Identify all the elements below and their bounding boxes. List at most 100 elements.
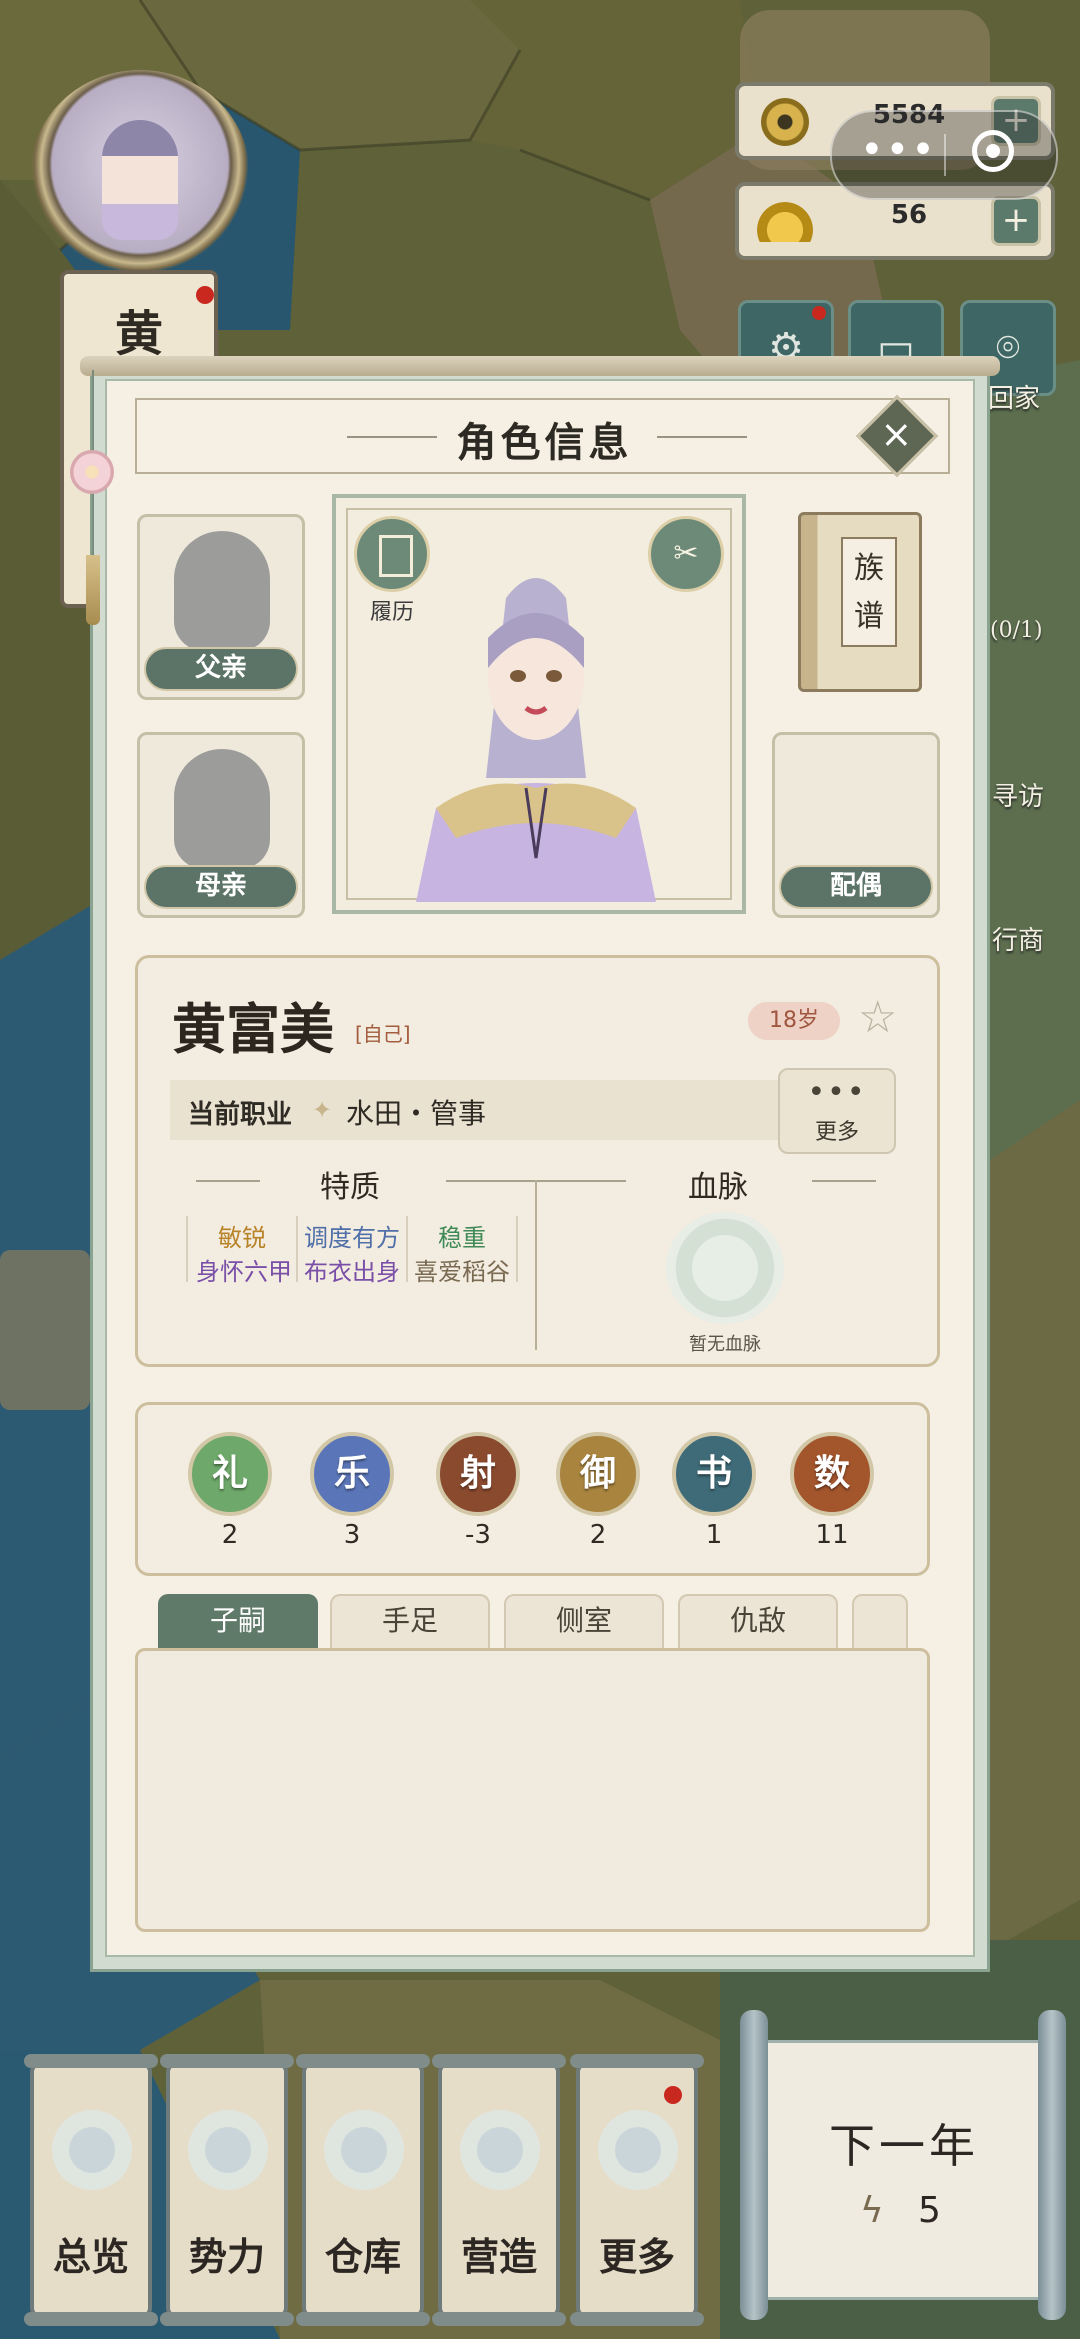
attribute-value: 2 xyxy=(221,1520,239,1550)
bloodline-ornament xyxy=(812,1180,876,1182)
overview-brush-icon xyxy=(52,2110,132,2190)
trait-divider xyxy=(516,1216,518,1282)
tassel-ornament xyxy=(86,370,100,630)
coin-icon xyxy=(761,98,809,146)
attribute-icon: 书 xyxy=(672,1432,756,1516)
mother-label: 母亲 xyxy=(144,865,298,909)
side-label-visit[interactable]: 寻访 xyxy=(992,776,1044,813)
job-separator-icon: ✦ xyxy=(312,1096,333,1124)
tab-enemies[interactable]: 仇敌 xyxy=(678,1594,838,1648)
side-label-home[interactable]: 回家 xyxy=(988,378,1040,415)
trait-item[interactable]: 调度有方 xyxy=(304,1218,400,1253)
character-portrait-frame: 履历 ✂ xyxy=(332,494,746,914)
trait-item[interactable]: 身怀六甲 xyxy=(196,1252,292,1287)
attribute-icon: 御 xyxy=(556,1432,640,1516)
nav-label: 总览 xyxy=(52,2234,129,2279)
job-value: 水田・管事 xyxy=(346,1097,487,1130)
nav-warehouse[interactable]: 仓库 xyxy=(296,2054,430,2326)
more-dots-icon: ••• xyxy=(807,1075,867,1110)
more-notification-dot xyxy=(664,2086,682,2104)
capsule-divider xyxy=(944,134,946,176)
capsule-more-button[interactable]: ••• xyxy=(860,130,937,170)
attribute-rites[interactable]: 礼 2 xyxy=(185,1432,275,1550)
mother-slot[interactable]: 母亲 xyxy=(137,732,305,918)
settings-notification-dot xyxy=(812,306,826,320)
tab-siblings[interactable]: 手足 xyxy=(330,1594,490,1648)
mother-silhouette xyxy=(174,749,270,869)
card-divider xyxy=(535,1180,537,1350)
phoenix-emblem-icon xyxy=(666,1212,784,1324)
next-year-button[interactable]: 下一年 ϟ 5 xyxy=(740,2010,1070,2320)
flower-ornament xyxy=(70,450,114,494)
title-ornament-right xyxy=(657,436,747,438)
player-avatar[interactable] xyxy=(30,70,250,280)
attribute-value: 1 xyxy=(705,1520,723,1550)
bloodline-title: 血脉 xyxy=(688,1170,748,1205)
lightning-icon: ϟ xyxy=(860,2190,884,2231)
energy-count: 5 xyxy=(918,2190,941,2231)
player-face-image xyxy=(102,120,178,240)
close-icon: × xyxy=(880,411,913,456)
attribute-value: -3 xyxy=(465,1520,491,1550)
trait-item[interactable]: 布衣出身 xyxy=(304,1252,400,1287)
tab-overflow[interactable] xyxy=(852,1594,908,1648)
nav-label: 更多 xyxy=(598,2234,675,2279)
attribute-charioteering[interactable]: 御 2 xyxy=(553,1432,643,1550)
attribute-value: 2 xyxy=(589,1520,607,1550)
genealogy-label: 族谱 xyxy=(841,537,897,647)
capsule-close-button[interactable] xyxy=(972,130,1014,172)
attribute-value: 3 xyxy=(343,1520,361,1550)
bricks-trowel-icon xyxy=(460,2110,540,2190)
father-slot[interactable]: 父亲 xyxy=(137,514,305,700)
attribute-calligraphy[interactable]: 书 1 xyxy=(669,1432,759,1550)
trait-item[interactable]: 敏锐 xyxy=(218,1218,266,1253)
nav-label: 营造 xyxy=(460,2234,537,2279)
trait-divider xyxy=(186,1216,188,1282)
genealogy-book-button[interactable]: 族谱 xyxy=(798,512,922,692)
spouse-slot[interactable]: 配偶 xyxy=(772,732,940,918)
money-bag-icon xyxy=(324,2110,404,2190)
nav-construction[interactable]: 营造 xyxy=(432,2054,566,2326)
attribute-archery[interactable]: 射 -3 xyxy=(433,1432,523,1550)
traits-title: 特质 xyxy=(320,1170,380,1205)
attribute-mathematics[interactable]: 数 11 xyxy=(787,1432,877,1550)
tab-children[interactable]: 子嗣 xyxy=(158,1594,318,1648)
notification-dot xyxy=(196,286,214,304)
gold-ingot-icon xyxy=(757,202,813,242)
attribute-icon: 礼 xyxy=(188,1432,272,1516)
scroll-rod xyxy=(80,356,1000,376)
attribute-icon: 数 xyxy=(790,1432,874,1516)
job-label: 当前职业 xyxy=(188,1100,293,1130)
spouse-label: 配偶 xyxy=(779,865,933,909)
nav-label: 势力 xyxy=(188,2234,265,2279)
trait-item[interactable]: 稳重 xyxy=(438,1218,486,1253)
trait-item[interactable]: 喜爱稻谷 xyxy=(414,1252,510,1287)
attribute-music[interactable]: 乐 3 xyxy=(307,1432,397,1550)
nav-label: 仓库 xyxy=(324,2234,401,2279)
self-tag: [自己] xyxy=(355,1022,411,1046)
nav-overview[interactable]: 总览 xyxy=(24,2054,158,2326)
favorite-star-icon[interactable]: ☆ xyxy=(858,996,897,1040)
character-portrait xyxy=(416,578,656,902)
dialog-title: 角色信息 xyxy=(456,419,633,466)
more-label: 更多 xyxy=(814,1120,859,1145)
bloodline-none-text: 暂无血脉 xyxy=(689,1334,761,1355)
side-label-trade[interactable]: 行商 xyxy=(992,920,1044,957)
nav-power[interactable]: 势力 xyxy=(160,2054,294,2326)
add-ingots-button[interactable]: + xyxy=(991,196,1041,246)
side-label-progress: (0/1) xyxy=(990,618,1043,643)
tab-concubines[interactable]: 侧室 xyxy=(504,1594,664,1648)
attribute-icon: 乐 xyxy=(310,1432,394,1516)
father-silhouette xyxy=(174,531,270,651)
miniprogram-capsule: ••• xyxy=(830,110,1058,200)
attribute-value: 11 xyxy=(815,1520,849,1550)
character-name: 黄富美 xyxy=(172,997,334,1061)
trait-divider xyxy=(296,1216,298,1282)
more-button[interactable]: ••• 更多 xyxy=(778,1068,896,1154)
father-label: 父亲 xyxy=(144,647,298,691)
tab-content-panel xyxy=(135,1648,930,1932)
dialog-title-bar: 角色信息 xyxy=(135,398,950,474)
ingot-value: 56 xyxy=(890,200,928,230)
next-year-label: 下一年 xyxy=(829,2119,979,2173)
traits-ornament-left xyxy=(196,1180,260,1182)
